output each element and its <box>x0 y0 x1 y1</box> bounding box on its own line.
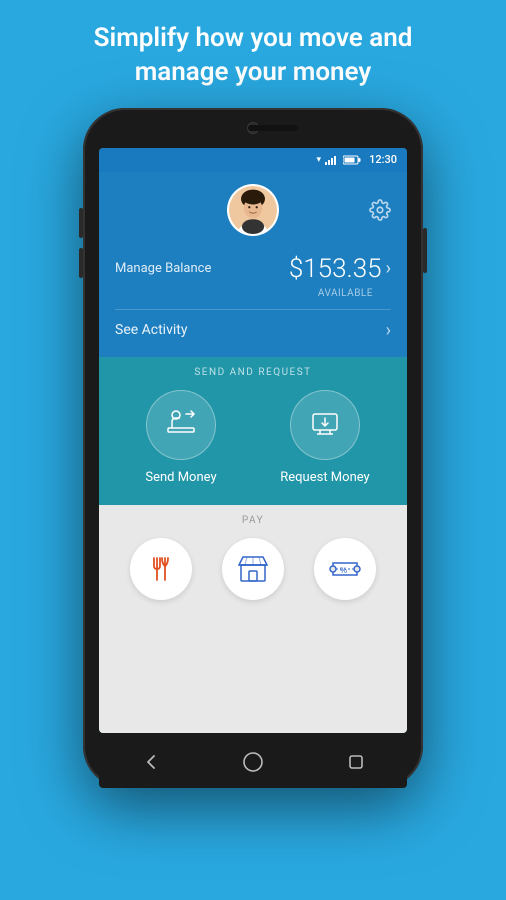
send-request-section: SEND AND REQUEST Send Money <box>99 357 407 505</box>
profile-row <box>115 184 391 236</box>
phone: ▾ 12:30 <box>83 108 423 788</box>
settings-icon[interactable] <box>369 199 391 221</box>
balance-chevron-icon: › <box>386 258 391 279</box>
balance-row: Manage Balance $153.35 › <box>115 254 391 284</box>
pay-stores-circle <box>222 538 284 600</box>
top-area: Manage Balance $153.35 › AVAILABLE See A… <box>99 172 407 357</box>
pay-tickets-circle: % <box>314 538 376 600</box>
power-button[interactable] <box>423 228 427 273</box>
wifi-icon: ▾ <box>317 155 322 165</box>
vol-down-button[interactable] <box>79 248 83 278</box>
headline-line2: manage your money <box>135 57 372 87</box>
nav-bar <box>99 736 407 788</box>
request-money-circle <box>290 390 360 460</box>
pay-restaurants-circle <box>130 538 192 600</box>
battery-icon <box>343 155 361 165</box>
headline-line1: Simplify how you move and <box>94 23 413 53</box>
request-money-item[interactable]: Request Money <box>263 390 387 485</box>
screen: ▾ 12:30 <box>99 148 407 733</box>
back-button[interactable] <box>140 752 160 772</box>
balance-amount-wrapper[interactable]: $153.35 › <box>289 254 391 284</box>
pay-section: PAY <box>99 505 407 733</box>
pay-tickets-item[interactable]: % <box>314 538 376 600</box>
avatar[interactable] <box>227 184 279 236</box>
status-bar: ▾ 12:30 <box>99 148 407 172</box>
recent-button[interactable] <box>346 752 366 772</box>
send-money-label: Send Money <box>145 470 216 485</box>
pay-stores-item[interactable] <box>222 538 284 600</box>
home-button[interactable] <box>242 751 264 773</box>
vol-up-button[interactable] <box>79 208 83 238</box>
divider <box>115 309 391 310</box>
pay-restaurants-item[interactable] <box>130 538 192 600</box>
send-request-title: SEND AND REQUEST <box>99 357 407 386</box>
time-display: 12:30 <box>369 153 397 166</box>
manage-balance-label: Manage Balance <box>115 261 211 276</box>
send-money-circle <box>146 390 216 460</box>
see-activity-label: See Activity <box>115 322 187 338</box>
svg-text:%: % <box>340 566 347 575</box>
see-activity-chevron-icon: › <box>386 320 391 341</box>
headline: Simplify how you move and manage your mo… <box>54 0 453 108</box>
pay-title: PAY <box>99 505 407 534</box>
balance-amount: $153.35 <box>289 254 382 284</box>
action-buttons-row: Send Money Request Money <box>99 386 407 505</box>
send-money-item[interactable]: Send Money <box>119 390 243 485</box>
signal-icon <box>325 155 339 165</box>
see-activity-row[interactable]: See Activity › <box>115 320 391 341</box>
request-money-label: Request Money <box>280 470 369 485</box>
available-label: AVAILABLE <box>115 288 373 299</box>
pay-buttons-row: % <box>99 534 407 604</box>
